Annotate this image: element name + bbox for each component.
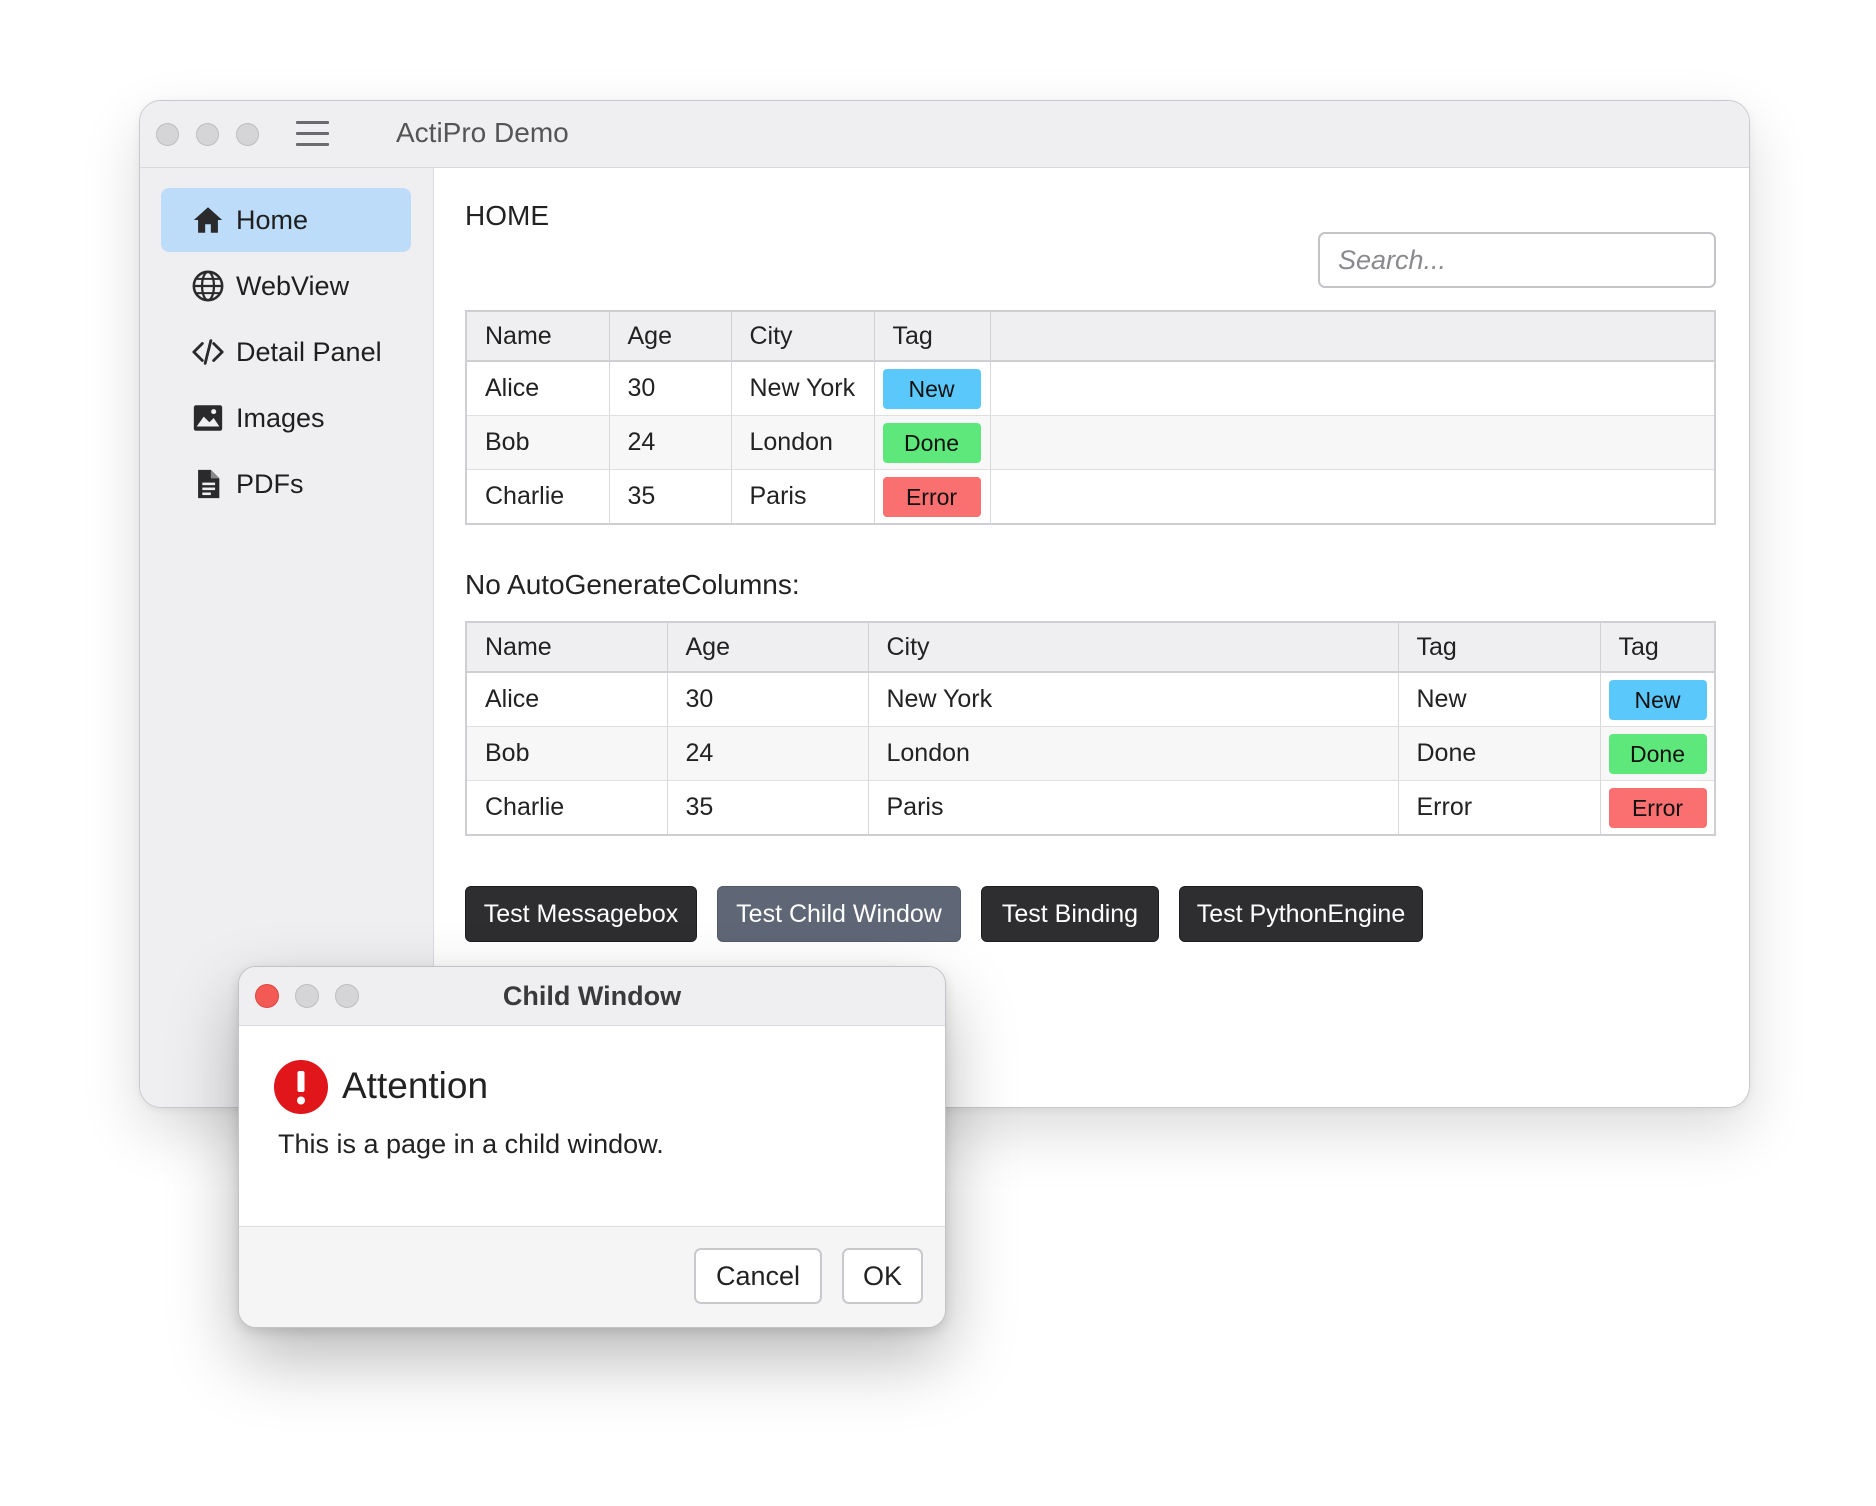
- sidebar-item-label: Detail Panel: [236, 337, 382, 367]
- titlebar: ActiPro Demo: [140, 101, 1749, 168]
- cell-filler: [990, 361, 1716, 416]
- cell-city: London: [731, 415, 875, 470]
- table-header-row: Name Age City Tag: [466, 311, 1716, 362]
- table-row[interactable]: Alice 30 New York New: [466, 361, 1716, 416]
- dialog-title: Child Window: [502, 981, 682, 1011]
- column-header-tag[interactable]: Tag: [1600, 622, 1716, 673]
- data-grid-manual-columns: Name Age City Tag Tag Alice 30 New York …: [465, 621, 1716, 836]
- table-row[interactable]: Alice 30 New York New New: [466, 672, 1716, 727]
- cell-city: Paris: [868, 780, 1399, 836]
- exclamation-circle-icon: [274, 1060, 328, 1114]
- sidebar-item-label: Images: [236, 403, 325, 433]
- data-grid-autogenerated: Name Age City Tag Alice 30 New York New …: [465, 310, 1716, 525]
- cell-age: 30: [667, 672, 869, 727]
- test-messagebox-button[interactable]: Test Messagebox: [465, 886, 697, 942]
- table-row[interactable]: Charlie 35 Paris Error Error: [466, 780, 1716, 836]
- tag-badge-new: New: [882, 368, 981, 409]
- tag-badge-error: Error: [1608, 787, 1707, 828]
- code-icon: [192, 339, 224, 365]
- sidebar-item-images[interactable]: Images: [161, 386, 411, 450]
- close-window-button[interactable]: [156, 123, 179, 146]
- cell-name: Bob: [466, 726, 668, 781]
- cell-tag-text: New: [1398, 672, 1601, 727]
- test-child-window-button[interactable]: Test Child Window: [717, 886, 961, 942]
- hamburger-menu-icon[interactable]: [296, 121, 329, 147]
- alert-message: This is a page in a child window.: [278, 1129, 664, 1159]
- column-header-filler: [990, 311, 1716, 362]
- table-row[interactable]: Bob 24 London Done Done: [466, 726, 1716, 781]
- cell-tag: Done: [1600, 726, 1716, 781]
- cell-name: Bob: [466, 415, 610, 470]
- column-header-tag[interactable]: Tag: [874, 311, 991, 362]
- cell-tag: New: [874, 361, 991, 416]
- tag-badge-error: Error: [882, 476, 981, 517]
- search-input[interactable]: [1318, 232, 1716, 288]
- ok-button[interactable]: OK: [842, 1248, 923, 1304]
- sidebar-item-detail-panel[interactable]: Detail Panel: [161, 320, 411, 384]
- cell-city: Paris: [731, 469, 875, 525]
- column-header-age[interactable]: Age: [667, 622, 869, 673]
- table-header-row: Name Age City Tag Tag: [466, 622, 1716, 673]
- cell-tag: Error: [874, 469, 991, 525]
- globe-icon: [192, 270, 224, 302]
- test-pythonengine-button[interactable]: Test PythonEngine: [1179, 886, 1423, 942]
- cell-tag: New: [1600, 672, 1716, 727]
- cell-age: 24: [667, 726, 869, 781]
- page-title: HOME: [465, 200, 549, 231]
- sidebar-item-label: WebView: [236, 271, 350, 301]
- app-title: ActiPro Demo: [396, 117, 569, 148]
- cell-tag-text: Done: [1398, 726, 1601, 781]
- document-icon: [198, 469, 220, 499]
- cell-city: London: [868, 726, 1399, 781]
- column-header-city[interactable]: City: [868, 622, 1399, 673]
- cell-age: 24: [609, 415, 732, 470]
- cell-tag: Done: [874, 415, 991, 470]
- tag-badge-new: New: [1608, 679, 1707, 720]
- table-row[interactable]: Charlie 35 Paris Error: [466, 469, 1716, 525]
- dialog-footer: Cancel OK: [239, 1226, 945, 1327]
- sidebar-item-webview[interactable]: WebView: [161, 254, 411, 318]
- column-header-name[interactable]: Name: [466, 311, 610, 362]
- child-window-dialog: Child Window Attention This is a page in…: [238, 966, 946, 1328]
- cancel-button[interactable]: Cancel: [694, 1248, 822, 1304]
- cell-city: New York: [868, 672, 1399, 727]
- image-icon: [193, 405, 223, 431]
- cell-filler: [990, 415, 1716, 470]
- cell-name: Charlie: [466, 780, 668, 836]
- table-row[interactable]: Bob 24 London Done: [466, 415, 1716, 470]
- column-header-tag-text[interactable]: Tag: [1398, 622, 1601, 673]
- cell-city: New York: [731, 361, 875, 416]
- tag-badge-done: Done: [1608, 733, 1707, 774]
- tag-badge-done: Done: [882, 422, 981, 463]
- alert-title: Attention: [342, 1065, 489, 1106]
- section-label: No AutoGenerateColumns:: [465, 569, 800, 600]
- cell-name: Alice: [466, 361, 610, 416]
- cell-tag: Error: [1600, 780, 1716, 836]
- cell-tag-text: Error: [1398, 780, 1601, 836]
- cell-name: Alice: [466, 672, 668, 727]
- sidebar-item-label: PDFs: [236, 469, 304, 499]
- sidebar-item-home[interactable]: Home: [161, 188, 411, 252]
- maximize-window-button[interactable]: [236, 123, 259, 146]
- main-window: ActiPro Demo Home WebView Detail Panel I…: [139, 100, 1750, 1108]
- column-header-name[interactable]: Name: [466, 622, 668, 673]
- child-titlebar: Child Window: [239, 967, 945, 1026]
- cell-age: 35: [667, 780, 869, 836]
- sidebar-item-label: Home: [236, 205, 309, 235]
- cell-filler: [990, 469, 1716, 525]
- cell-age: 30: [609, 361, 732, 416]
- home-icon: [193, 207, 223, 233]
- column-header-city[interactable]: City: [731, 311, 875, 362]
- column-header-age[interactable]: Age: [609, 311, 732, 362]
- minimize-window-button[interactable]: [196, 123, 219, 146]
- test-binding-button[interactable]: Test Binding: [981, 886, 1159, 942]
- cell-age: 35: [609, 469, 732, 525]
- cell-name: Charlie: [466, 469, 610, 525]
- sidebar-item-pdfs[interactable]: PDFs: [161, 452, 411, 516]
